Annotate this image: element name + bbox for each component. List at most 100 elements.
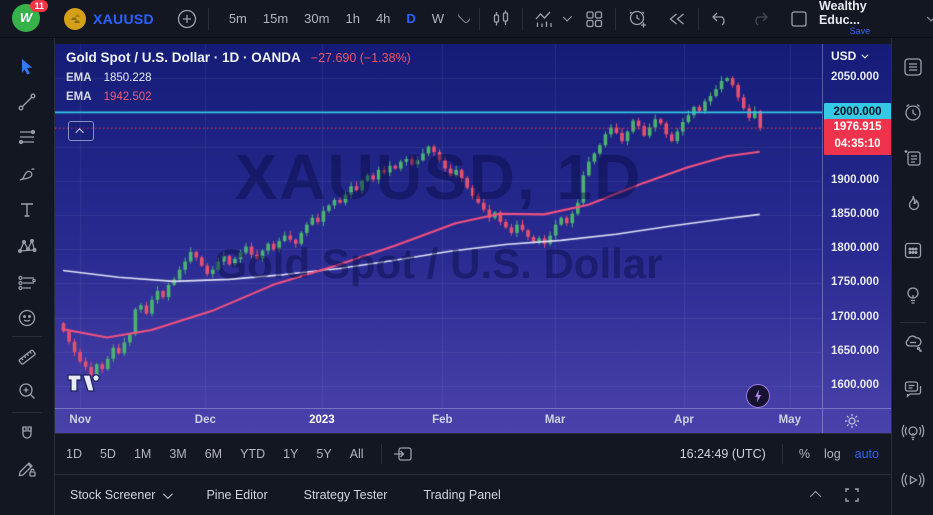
log-scale-button[interactable]: log <box>824 447 841 461</box>
private-chats-icon[interactable] <box>901 376 925 405</box>
range-1m-button[interactable]: 1M <box>127 443 158 465</box>
bar-replay-button[interactable] <box>666 8 688 30</box>
tf-1d[interactable]: D <box>400 8 421 29</box>
ema-row-1[interactable]: EMA 1850.228 <box>66 72 411 84</box>
legend-title[interactable]: Gold Spot / U.S. Dollar · 1D · OANDA <box>66 50 301 65</box>
tf-5m[interactable]: 5m <box>223 8 253 29</box>
quick-trade-lightning-button[interactable] <box>746 384 770 408</box>
price-axis-currency-button[interactable]: USD <box>831 49 869 63</box>
save-label: Save <box>849 26 871 37</box>
range-1y-button[interactable]: 1Y <box>276 443 305 465</box>
range-3m-button[interactable]: 3M <box>162 443 193 465</box>
trading-panel-label: Trading Panel <box>423 488 501 502</box>
brush-tool-button[interactable] <box>10 159 44 189</box>
goto-date-button[interactable] <box>392 444 414 464</box>
tab-stock-screener[interactable]: Stock Screener <box>70 488 174 502</box>
chat-cloud-icon[interactable] <box>901 331 925 360</box>
undo-button[interactable] <box>709 8 731 30</box>
indicators-chevron-down-icon[interactable] <box>562 12 573 22</box>
range-5y-button[interactable]: 5Y <box>309 443 338 465</box>
emoji-tool-button[interactable] <box>10 303 44 333</box>
tf-30m[interactable]: 30m <box>298 8 335 29</box>
tab-trading-panel[interactable]: Trading Panel <box>423 488 500 502</box>
range-ytd-button[interactable]: YTD <box>233 443 272 465</box>
alerts-icon[interactable] <box>901 100 925 129</box>
watchlist-icon[interactable] <box>901 55 925 84</box>
price-tick: 1700.000 <box>831 310 879 323</box>
magnet-mode-button[interactable] <box>10 419 44 449</box>
calendar-icon[interactable] <box>901 238 925 267</box>
trend-line-tool-button[interactable] <box>10 87 44 117</box>
currency-label: USD <box>831 49 857 63</box>
timeframe-switcher: 5m 15m 30m 1h 4h D W <box>223 8 472 29</box>
tab-strategy-tester[interactable]: Strategy Tester <box>304 488 388 502</box>
ema1-label: EMA <box>66 72 92 84</box>
ema1-value: 1850.228 <box>103 72 152 84</box>
layout-grid-button[interactable] <box>583 8 605 30</box>
chart-legend: Gold Spot / U.S. Dollar · 1D · OANDA −27… <box>66 50 411 103</box>
chart-pane: XAUUSD, 1D Gold Spot / U.S. Dollar Gold … <box>55 44 891 433</box>
chart-column: XAUUSD, 1D Gold Spot / U.S. Dollar Gold … <box>55 38 891 515</box>
time-axis[interactable]: Nov Dec 2023 Feb Mar Apr May <box>55 408 891 433</box>
toolbar-divider <box>615 7 617 30</box>
range-1d-button[interactable]: 1D <box>59 443 89 465</box>
panel-fullscreen-icon[interactable] <box>843 486 861 504</box>
xabcd-pattern-tool-button[interactable] <box>10 231 44 261</box>
compare-add-button[interactable] <box>176 8 198 30</box>
tab-pine-editor[interactable]: Pine Editor <box>206 488 267 502</box>
last-price-label: 1976.915 04:35:10 <box>824 119 891 155</box>
tf-1w[interactable]: W <box>426 8 450 29</box>
legend-collapse-button[interactable] <box>68 121 94 141</box>
price-axis[interactable]: USD 2050.0002000.0001950.0001900.0001850… <box>822 44 891 408</box>
tradingview-logo-icon[interactable] <box>66 370 102 399</box>
hotlists-flame-icon[interactable] <box>901 192 925 221</box>
range-5d-button[interactable]: 5D <box>93 443 123 465</box>
stock-screener-label: Stock Screener <box>70 488 156 502</box>
screener-chevron-down-icon <box>163 488 174 499</box>
price-tick: 1800.000 <box>831 242 879 255</box>
toolbar-divider <box>479 7 480 30</box>
clock-utc[interactable]: 16:24:49 (UTC) <box>680 447 766 461</box>
zoom-in-tool-button[interactable] <box>10 376 44 406</box>
range-all-button[interactable]: All <box>343 443 371 465</box>
range-6m-button[interactable]: 6M <box>198 443 229 465</box>
time-axis-label: Feb <box>432 414 453 426</box>
auto-scale-button[interactable]: auto <box>855 447 879 461</box>
tf-15m[interactable]: 15m <box>257 8 294 29</box>
drawing-lock-button[interactable] <box>10 453 44 483</box>
percent-scale-button[interactable]: % <box>799 447 810 461</box>
symbol-label: XAUUSD <box>93 10 154 27</box>
strategy-tester-label: Strategy Tester <box>303 488 388 502</box>
chart-style-candles-button[interactable] <box>490 8 512 30</box>
lightning-icon <box>755 389 762 403</box>
measure-tool-button[interactable] <box>10 342 44 372</box>
alert-add-button[interactable] <box>626 7 650 31</box>
app-logo[interactable]: W 11 <box>12 0 48 34</box>
toolbar-divider <box>12 412 42 413</box>
save-layout-icon[interactable] <box>789 9 809 29</box>
projection-tool-button[interactable] <box>10 268 44 298</box>
streams-icon[interactable] <box>899 466 927 499</box>
time-axis-divider <box>822 409 823 433</box>
ideas-lightbulb-icon[interactable] <box>901 283 925 312</box>
redo-button[interactable] <box>749 8 771 30</box>
panel-expand-chevron-icon[interactable] <box>809 488 822 503</box>
notes-add-icon[interactable] <box>901 145 925 174</box>
ema2-value: 1942.502 <box>103 91 152 103</box>
fib-retracement-tool-button[interactable] <box>10 123 44 153</box>
timeframe-chevron-down-icon[interactable] <box>456 10 472 25</box>
price-tick: 1750.000 <box>831 276 879 289</box>
symbol-search[interactable]: XAUUSD <box>64 7 154 30</box>
indicators-button[interactable] <box>533 8 557 30</box>
ema2-label: EMA <box>66 91 92 103</box>
layout-name-button[interactable]: Wealthy Educ... Save <box>819 0 901 37</box>
cursor-tool-button[interactable] <box>10 51 44 81</box>
tf-1h[interactable]: 1h <box>339 8 365 29</box>
time-axis-label: 2023 <box>309 414 335 426</box>
tf-4h[interactable]: 4h <box>370 8 396 29</box>
layout-chevron-down-icon[interactable] <box>926 12 933 22</box>
live-ideas-icon[interactable] <box>900 420 926 451</box>
text-tool-button[interactable] <box>10 195 44 225</box>
scales-settings-gear-icon[interactable] <box>843 412 861 430</box>
ema-row-2[interactable]: EMA 1942.502 <box>66 91 411 103</box>
